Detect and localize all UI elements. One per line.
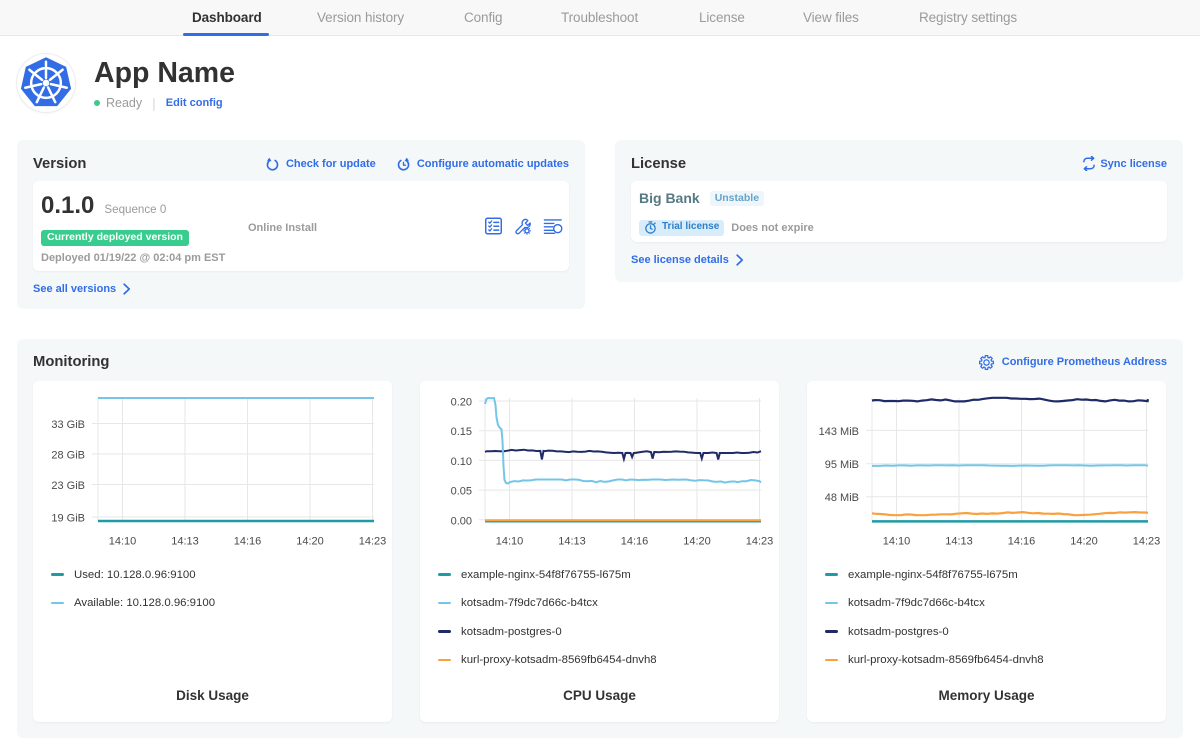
svg-text:14:16: 14:16 — [621, 535, 649, 547]
svg-text:33 GiB: 33 GiB — [51, 419, 85, 431]
svg-text:23 GiB: 23 GiB — [51, 480, 85, 492]
svg-text:14:20: 14:20 — [1070, 535, 1098, 547]
svg-text:14:23: 14:23 — [746, 535, 774, 547]
svg-text:19 GiB: 19 GiB — [51, 512, 85, 524]
svg-text:0.15: 0.15 — [451, 426, 472, 438]
svg-text:48 MiB: 48 MiB — [825, 492, 859, 504]
svg-text:14:20: 14:20 — [296, 535, 324, 547]
svg-text:14:16: 14:16 — [234, 535, 262, 547]
svg-text:0.05: 0.05 — [451, 485, 472, 497]
svg-text:14:13: 14:13 — [171, 535, 199, 547]
svg-text:14:13: 14:13 — [558, 535, 586, 547]
svg-text:14:10: 14:10 — [883, 535, 911, 547]
svg-text:14:16: 14:16 — [1008, 535, 1036, 547]
svg-text:14:20: 14:20 — [683, 535, 711, 547]
svg-text:28 GiB: 28 GiB — [51, 449, 85, 461]
svg-text:143 MiB: 143 MiB — [819, 425, 859, 437]
svg-text:14:10: 14:10 — [496, 535, 524, 547]
svg-text:0.20: 0.20 — [451, 396, 472, 408]
svg-text:14:23: 14:23 — [1133, 535, 1161, 547]
svg-text:14:13: 14:13 — [945, 535, 973, 547]
svg-text:14:10: 14:10 — [109, 535, 137, 547]
svg-text:95 MiB: 95 MiB — [825, 459, 859, 471]
svg-text:0.00: 0.00 — [451, 515, 472, 527]
svg-text:14:23: 14:23 — [359, 535, 387, 547]
svg-text:0.10: 0.10 — [451, 455, 472, 467]
